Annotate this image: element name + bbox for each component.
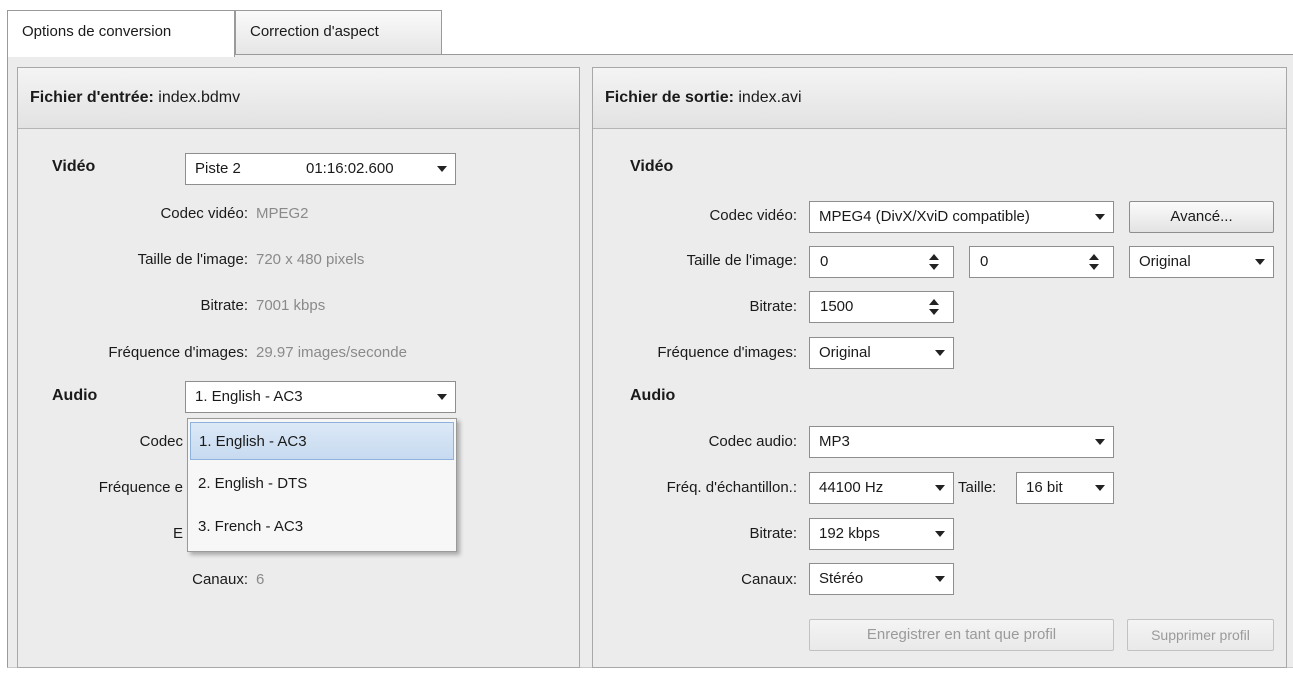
chevron-down-icon xyxy=(935,531,945,537)
output-audio-bitrate-select[interactable]: 192 kbps xyxy=(809,518,954,550)
output-audio-codec-label: Codec audio: xyxy=(708,433,797,450)
output-audio-codec-select[interactable]: MP3 xyxy=(809,426,1114,458)
arrow-down-icon[interactable] xyxy=(929,309,939,315)
audio-option-1[interactable]: 1. English - AC3 xyxy=(190,422,454,460)
output-codec-label: Codec vidéo: xyxy=(709,207,797,224)
advanced-button[interactable]: Avancé... xyxy=(1129,201,1274,233)
chevron-down-icon xyxy=(437,166,447,172)
chevron-down-icon xyxy=(1095,485,1105,491)
output-fps-select[interactable]: Original xyxy=(809,337,954,369)
chevron-down-icon xyxy=(935,485,945,491)
output-width-value: 0 xyxy=(820,253,829,270)
output-codec-select[interactable]: MPEG4 (DivX/XviD compatible) xyxy=(809,201,1114,233)
arrow-up-icon[interactable] xyxy=(929,254,939,260)
audio-option-3[interactable]: 3. French - AC3 xyxy=(190,508,454,546)
chevron-down-icon xyxy=(1095,439,1105,445)
output-size-mode-value: Original xyxy=(1139,253,1191,270)
output-fps-value: Original xyxy=(819,344,871,361)
output-file-name: index.avi xyxy=(738,89,802,106)
input-file-header: Fichier d'entrée: index.bdmv xyxy=(18,68,579,129)
input-fps-label: Fréquence d'images: xyxy=(108,344,248,361)
input-bitrate-value: 7001 kbps xyxy=(256,297,326,314)
output-height-spinbox[interactable]: 0 xyxy=(969,246,1114,278)
chevron-down-icon xyxy=(437,394,447,400)
input-audio-track-select[interactable]: 1. English - AC3 xyxy=(185,381,456,413)
input-channels-value: 6 xyxy=(256,571,265,588)
input-audio-bitrate-label: E xyxy=(172,525,183,542)
output-width-spinbox[interactable]: 0 xyxy=(809,246,954,278)
output-audio-bitrate-value: 192 kbps xyxy=(819,525,880,542)
input-size-label: Taille de l'image: xyxy=(137,251,248,268)
output-channels-value: Stéréo xyxy=(819,570,864,587)
tab-aspect-correction[interactable]: Correction d'aspect xyxy=(235,10,442,54)
output-sample-size-select[interactable]: 16 bit xyxy=(1016,472,1114,504)
output-size-label: Taille de l'image: xyxy=(686,252,797,269)
output-sample-rate-value: 44100 Hz xyxy=(819,479,884,496)
input-video-track-label: Piste 2 xyxy=(195,160,241,177)
output-sample-rate-select[interactable]: 44100 Hz xyxy=(809,472,954,504)
input-audio-section-title: Audio xyxy=(52,387,98,404)
input-video-track-select[interactable]: Piste 2 01:16:02.600 xyxy=(185,153,456,185)
output-fps-label: Fréquence d'images: xyxy=(657,344,797,361)
output-channels-label: Canaux: xyxy=(741,571,797,588)
input-codec-label: Codec vidéo: xyxy=(160,205,248,222)
output-channels-select[interactable]: Stéréo xyxy=(809,563,954,595)
save-profile-button[interactable]: Enregistrer en tant que profil xyxy=(809,619,1114,651)
input-file-name: index.bdmv xyxy=(158,89,241,106)
input-fps-value: 29.97 images/seconde xyxy=(256,344,407,361)
output-audio-bitrate-label: Bitrate: xyxy=(749,525,797,542)
chevron-down-icon xyxy=(935,350,945,356)
input-audio-track-value: 1. English - AC3 xyxy=(195,388,303,405)
input-size-value: 720 x 480 pixels xyxy=(256,251,365,268)
input-video-section-title: Vidéo xyxy=(52,158,96,175)
chevron-down-icon xyxy=(1255,259,1265,265)
output-file-header: Fichier de sortie: index.avi xyxy=(593,68,1286,129)
input-audio-freq-label: Fréquence e xyxy=(98,479,183,496)
chevron-down-icon xyxy=(1095,214,1105,220)
output-audio-section-title: Audio xyxy=(630,387,676,404)
output-height-value: 0 xyxy=(980,253,989,270)
output-sample-rate-label: Fréq. d'échantillon.: xyxy=(666,479,797,496)
audio-option-2[interactable]: 2. English - DTS xyxy=(190,465,454,503)
arrow-up-icon[interactable] xyxy=(929,299,939,305)
output-codec-value: MPEG4 (DivX/XviD compatible) xyxy=(819,208,1030,225)
input-video-duration: 01:16:02.600 xyxy=(306,160,394,177)
delete-profile-button[interactable]: Supprimer profil xyxy=(1127,619,1274,651)
input-file-header-label: Fichier d'entrée: xyxy=(30,89,154,106)
input-channels-label: Canaux: xyxy=(192,571,248,588)
output-video-section-title: Vidéo xyxy=(630,158,674,175)
arrow-up-icon[interactable] xyxy=(1089,254,1099,260)
arrow-down-icon[interactable] xyxy=(929,264,939,270)
input-codec-value: MPEG2 xyxy=(256,205,309,222)
output-sample-size-value: 16 bit xyxy=(1026,479,1063,496)
output-sample-size-label: Taille: xyxy=(958,479,997,496)
output-bitrate-spinbox[interactable]: 1500 xyxy=(809,291,954,323)
output-bitrate-value: 1500 xyxy=(820,298,854,315)
output-bitrate-label: Bitrate: xyxy=(749,298,797,315)
chevron-down-icon xyxy=(935,576,945,582)
audio-track-dropdown-list: 1. English - AC3 2. English - DTS 3. Fre… xyxy=(187,418,457,552)
input-bitrate-label: Bitrate: xyxy=(200,297,248,314)
output-file-header-label: Fichier de sortie: xyxy=(605,89,734,106)
tab-conversion-options[interactable]: Options de conversion xyxy=(7,10,235,57)
output-size-mode-select[interactable]: Original xyxy=(1129,246,1274,278)
input-audio-codec-label: Codec xyxy=(139,433,183,450)
output-audio-codec-value: MP3 xyxy=(819,433,850,450)
arrow-down-icon[interactable] xyxy=(1089,264,1099,270)
